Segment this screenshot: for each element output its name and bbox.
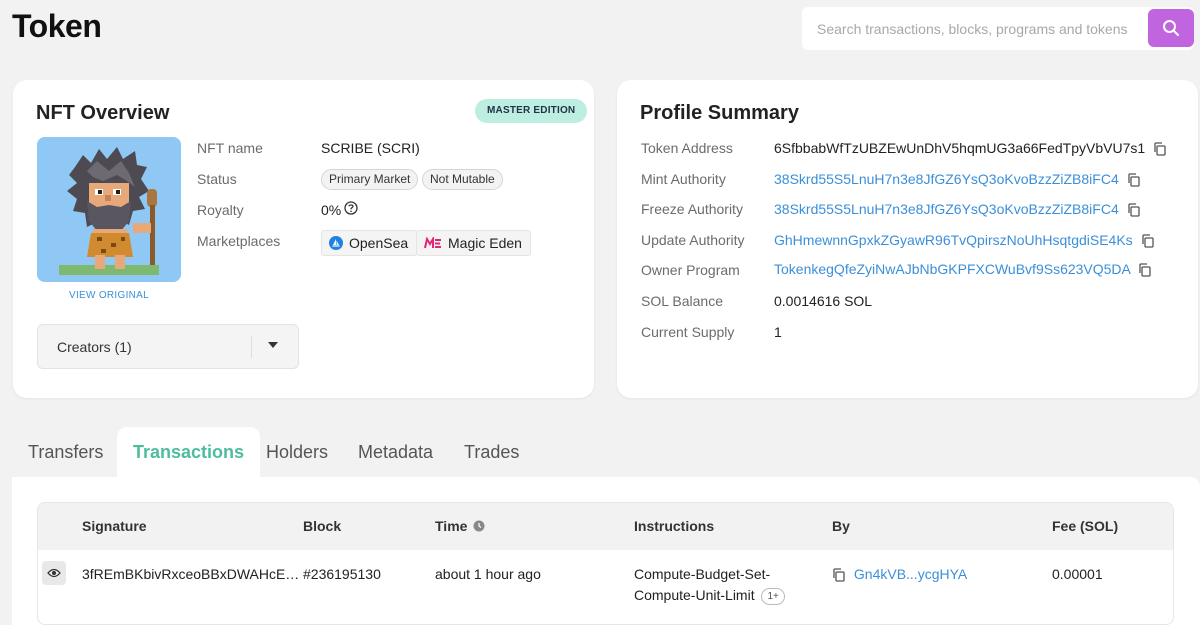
header-fee: Fee (SOL) <box>1052 518 1119 534</box>
time-value: about 1 hour ago <box>435 566 541 582</box>
royalty-value: 0% <box>321 202 342 218</box>
creators-dropdown[interactable]: Creators (1) <box>37 324 299 369</box>
token-address-value: 6SfbbabWfTzUBZEwUnDhV5hqmUG3a66FedTpyVbV… <box>774 140 1146 156</box>
update-authority-link[interactable]: GhHmewnnGpxkZGyawR96TvQpirszNoUhHsqtgdiS… <box>774 232 1133 248</box>
opensea-icon <box>329 236 343 250</box>
chevron-down-icon <box>268 342 278 348</box>
copy-icon[interactable] <box>832 568 846 582</box>
caveman-pixel-art <box>37 137 181 282</box>
copy-icon[interactable] <box>1127 173 1141 187</box>
transactions-panel: Signature Block Time Instructions By Fee… <box>12 477 1200 625</box>
tab-transactions[interactable]: Transactions <box>117 427 261 477</box>
tab-holders[interactable]: Holders <box>266 427 328 477</box>
instructions-line1: Compute-Budget-Set- <box>634 566 771 582</box>
nft-name-value: SCRIBE (SCRI) <box>321 140 420 156</box>
copy-icon[interactable] <box>1141 234 1155 248</box>
freeze-authority-row: 38Skrd55S5LnuH7n3e8JfGZ6YsQ3oKvoBzzZiZB8… <box>774 201 1141 217</box>
search-icon <box>1163 20 1179 36</box>
block-link[interactable]: #236195130 <box>303 566 381 582</box>
instructions-line2-row: Compute-Unit-Limit 1+ <box>634 587 785 605</box>
freeze-authority-link[interactable]: 38Skrd55S5LnuH7n3e8JfGZ6YsQ3oKvoBzzZiZB8… <box>774 201 1119 217</box>
not-mutable-chip: Not Mutable <box>422 169 503 190</box>
eye-icon <box>47 568 61 578</box>
nft-overview-title: NFT Overview <box>36 102 170 124</box>
tab-metadata[interactable]: Metadata <box>358 427 433 477</box>
sol-balance-label: SOL Balance <box>641 293 723 309</box>
tab-trades[interactable]: Trades <box>464 427 519 477</box>
opensea-label: OpenSea <box>349 235 409 251</box>
owner-program-link[interactable]: TokenkegQfeZyiNwAJbNbGKPFXCWuBvf9Ss623VQ… <box>774 261 1130 277</box>
table-header: Signature Block Time Instructions By Fee… <box>38 503 1173 550</box>
creators-label: Creators (1) <box>57 339 132 355</box>
view-original-link[interactable]: VIEW ORIGINAL <box>37 290 181 301</box>
header-time[interactable]: Time <box>435 518 485 534</box>
page-title: Token <box>12 8 102 44</box>
magic-eden-button[interactable]: Magic Eden <box>416 230 531 256</box>
header-time-label: Time <box>435 518 468 534</box>
copy-icon[interactable] <box>1153 142 1167 156</box>
current-supply-label: Current Supply <box>641 324 735 340</box>
more-instructions-badge[interactable]: 1+ <box>761 587 785 605</box>
search-bar <box>802 7 1194 50</box>
header-block: Block <box>303 518 342 534</box>
token-address-label: Token Address <box>641 140 733 156</box>
instructions-line2: Compute-Unit-Limit <box>634 587 755 603</box>
opensea-button[interactable]: OpenSea <box>321 230 418 256</box>
royalty-label: Royalty <box>197 202 244 218</box>
sol-balance-value: 0.0014616 SOL <box>774 293 873 309</box>
header-by: By <box>832 518 850 534</box>
creators-divider <box>251 336 252 358</box>
tab-transfers[interactable]: Transfers <box>28 427 103 477</box>
magic-eden-icon <box>424 237 441 249</box>
mint-authority-row: 38Skrd55S5LnuH7n3e8JfGZ6YsQ3oKvoBzzZiZB8… <box>774 171 1141 187</box>
search-button[interactable] <box>1148 9 1194 47</box>
by-address-link[interactable]: Gn4kVB...ycgHYA <box>854 566 967 582</box>
current-supply-value: 1 <box>774 324 782 340</box>
nft-name-label: NFT name <box>197 140 263 156</box>
nft-overview-card: NFT Overview MASTER EDITION VIEW ORIGINA… <box>13 80 594 398</box>
help-icon[interactable] <box>344 201 358 215</box>
fee-value: 0.00001 <box>1052 566 1103 582</box>
signature-link[interactable]: 3fREmBKbivRxceoBBxDWAHcE… <box>82 566 299 582</box>
profile-summary-card: Profile Summary Token Address 6SfbbabWfT… <box>617 80 1198 398</box>
by-cell: Gn4kVB...ycgHYA <box>832 566 967 582</box>
owner-program-label: Owner Program <box>641 262 740 278</box>
header-signature: Signature <box>82 518 147 534</box>
search-input[interactable] <box>802 7 1142 50</box>
nft-image[interactable] <box>37 137 181 282</box>
token-address-row: 6SfbbabWfTzUBZEwUnDhV5hqmUG3a66FedTpyVbV… <box>774 140 1167 156</box>
status-label: Status <box>197 171 237 187</box>
freeze-authority-label: Freeze Authority <box>641 201 743 217</box>
header-instructions: Instructions <box>634 518 715 534</box>
profile-summary-title: Profile Summary <box>640 102 799 124</box>
marketplaces-label: Marketplaces <box>197 233 281 249</box>
master-edition-badge: MASTER EDITION <box>475 99 588 123</box>
view-transaction-button[interactable] <box>42 561 66 585</box>
update-authority-row: GhHmewnnGpxkZGyawR96TvQpirszNoUhHsqtgdiS… <box>774 232 1155 248</box>
update-authority-label: Update Authority <box>641 232 745 248</box>
mint-authority-label: Mint Authority <box>641 171 726 187</box>
mint-authority-link[interactable]: 38Skrd55S5LnuH7n3e8JfGZ6YsQ3oKvoBzzZiZB8… <box>774 171 1119 187</box>
primary-market-chip: Primary Market <box>321 169 419 190</box>
copy-icon[interactable] <box>1138 263 1152 277</box>
transactions-table: Signature Block Time Instructions By Fee… <box>37 502 1174 625</box>
magic-eden-label: Magic Eden <box>448 235 522 251</box>
copy-icon[interactable] <box>1127 203 1141 217</box>
clock-icon <box>473 520 485 532</box>
owner-program-row: TokenkegQfeZyiNwAJbNbGKPFXCWuBvf9Ss623VQ… <box>774 261 1152 277</box>
